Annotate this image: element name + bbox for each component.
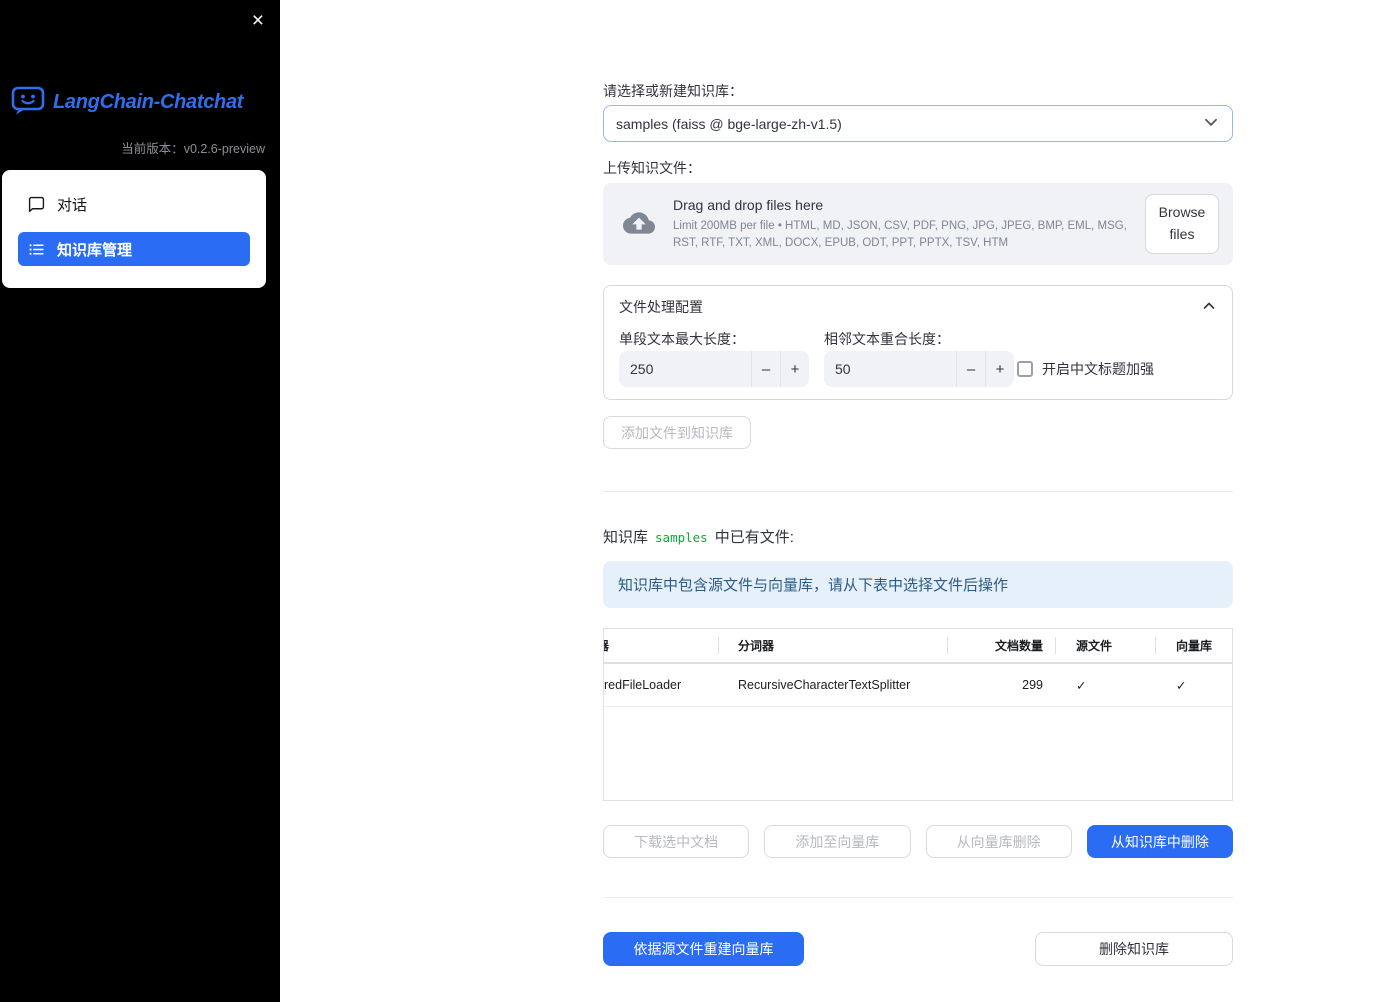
info-alert-text: 知识库中包含源文件与向量库，请从下表中选择文件后操作 (618, 577, 1009, 594)
chinese-title-checkbox-label: 开启中文标题加强 (1042, 361, 1154, 377)
overlap-increment-button[interactable]: + (985, 351, 1014, 387)
cell-splitter: RecursiveCharacterTextSplitter (738, 678, 911, 692)
cell-vector-store-check: ✓ (1176, 678, 1187, 693)
column-header-vector-store[interactable]: 向量库 (1156, 629, 1232, 662)
file-dropzone[interactable]: Drag and drop files here Limit 200MB per… (603, 183, 1233, 265)
files-heading-prefix: 知识库 (603, 529, 649, 546)
sidebar-item-label: 知识库管理 (57, 241, 133, 259)
info-alert: 知识库中包含源文件与向量库，请从下表中选择文件后操作 (603, 561, 1233, 608)
list-icon (28, 241, 45, 258)
max-length-input[interactable]: 250 – + (619, 351, 809, 387)
chevron-down-icon (1202, 113, 1220, 134)
dropzone-title: Drag and drop files here (673, 196, 824, 213)
cell-source-file-check: ✓ (1076, 678, 1087, 693)
chinese-title-checkbox[interactable] (1017, 361, 1033, 377)
app-root: × LangChain-Chatchat 当前版本：v0.2.6-preview (0, 0, 1380, 1002)
max-length-increment-button[interactable]: + (780, 351, 809, 387)
chat-logo-icon (11, 85, 45, 119)
chinese-title-checkbox-row: 开启中文标题加强 (1017, 351, 1154, 387)
sidebar-item-dialogue[interactable]: 对话 (18, 187, 250, 221)
files-heading-suffix: 中已有文件: (714, 529, 794, 546)
kb-select-label: 请选择或新建知识库： (603, 83, 743, 99)
sidebar: × LangChain-Chatchat 当前版本：v0.2.6-preview (0, 0, 280, 1002)
max-length-label: 单段文本最大长度： (619, 331, 745, 347)
table-row[interactable]: redFileLoader RecursiveCharacterTextSpli… (604, 664, 1232, 707)
overlap-decrement-button[interactable]: – (956, 351, 985, 387)
sidebar-close-button[interactable]: × (244, 4, 272, 37)
delete-kb-button[interactable]: 删除知识库 (1035, 932, 1233, 966)
delete-from-kb-button[interactable]: 从知识库中删除 (1086, 825, 1233, 858)
delete-from-vector-store-button[interactable]: 从向量库删除 (925, 825, 1072, 858)
kb-select[interactable]: samples (faiss @ bge-large-zh-v1.5) (603, 105, 1233, 142)
divider (603, 491, 1233, 492)
main-content: 请选择或新建知识库： samples (faiss @ bge-large-zh… (603, 0, 1233, 1002)
app-logo: LangChain-Chatchat (11, 85, 243, 119)
version-label: 当前版本：v0.2.6-preview (121, 142, 265, 156)
sidebar-item-knowledge-base[interactable]: 知识库管理 (18, 232, 250, 266)
overlap-input[interactable]: 50 – + (824, 351, 1014, 387)
add-files-button[interactable]: 添加文件到知识库 (603, 416, 751, 449)
dropzone-hint: Limit 200MB per file • HTML, MD, JSON, C… (673, 219, 1127, 249)
chevron-up-icon (1201, 298, 1217, 317)
expander-title: 文件处理配置 (619, 299, 703, 315)
max-length-value: 250 (630, 361, 654, 377)
sidebar-item-label: 对话 (57, 196, 88, 214)
column-header-label: 源文件 (1076, 639, 1113, 653)
kb-name-code: samples (655, 530, 708, 545)
download-selected-button[interactable]: 下载选中文档 (603, 825, 750, 858)
cell-loader: redFileLoader (604, 678, 682, 692)
column-header-label: 分词器 (738, 639, 775, 653)
files-table[interactable]: 器 分词器 文档数量 源文件 向量库 redFileLoader (603, 628, 1233, 801)
column-header-source-file[interactable]: 源文件 (1056, 629, 1156, 662)
kb-select-value: samples (faiss @ bge-large-zh-v1.5) (616, 115, 842, 132)
add-to-vector-store-button[interactable]: 添加至向量库 (764, 825, 911, 858)
max-length-decrement-button[interactable]: – (751, 351, 780, 387)
overlap-value: 50 (835, 361, 851, 377)
upload-label: 上传知识文件： (603, 160, 701, 176)
dropzone-text: Drag and drop files here Limit 200MB per… (673, 197, 1145, 251)
table-actions-row: 下载选中文档 添加至向量库 从向量库删除 从知识库中删除 (603, 825, 1233, 858)
column-header-label: 向量库 (1176, 639, 1213, 653)
column-header-splitter[interactable]: 分词器 (719, 629, 948, 662)
column-header-label: 器 (604, 637, 609, 654)
sidebar-menu: 对话 知识库管理 (2, 170, 266, 288)
browse-files-button[interactable]: Browse files (1145, 194, 1219, 254)
cloud-upload-icon (620, 207, 658, 242)
cell-doc-count: 299 (1022, 678, 1043, 692)
rebuild-vector-store-button[interactable]: 依据源文件重建向量库 (603, 932, 804, 966)
chat-icon (28, 196, 45, 213)
column-header-doc-count[interactable]: 文档数量 (948, 629, 1056, 662)
existing-files-heading: 知识库 samples 中已有文件: (603, 526, 794, 547)
column-header-label: 文档数量 (994, 639, 1043, 653)
expander-header[interactable]: 文件处理配置 (604, 286, 1232, 317)
overlap-label: 相邻文本重合长度： (824, 331, 950, 347)
table-header-row: 器 分词器 文档数量 源文件 向量库 (604, 629, 1232, 664)
app-title: LangChain-Chatchat (53, 90, 244, 113)
column-header-loader[interactable]: 器 (604, 629, 719, 662)
file-config-expander: 文件处理配置 单段文本最大长度： 相邻文本重合长度： 250 – + 50 – … (603, 285, 1233, 400)
divider (603, 897, 1233, 898)
